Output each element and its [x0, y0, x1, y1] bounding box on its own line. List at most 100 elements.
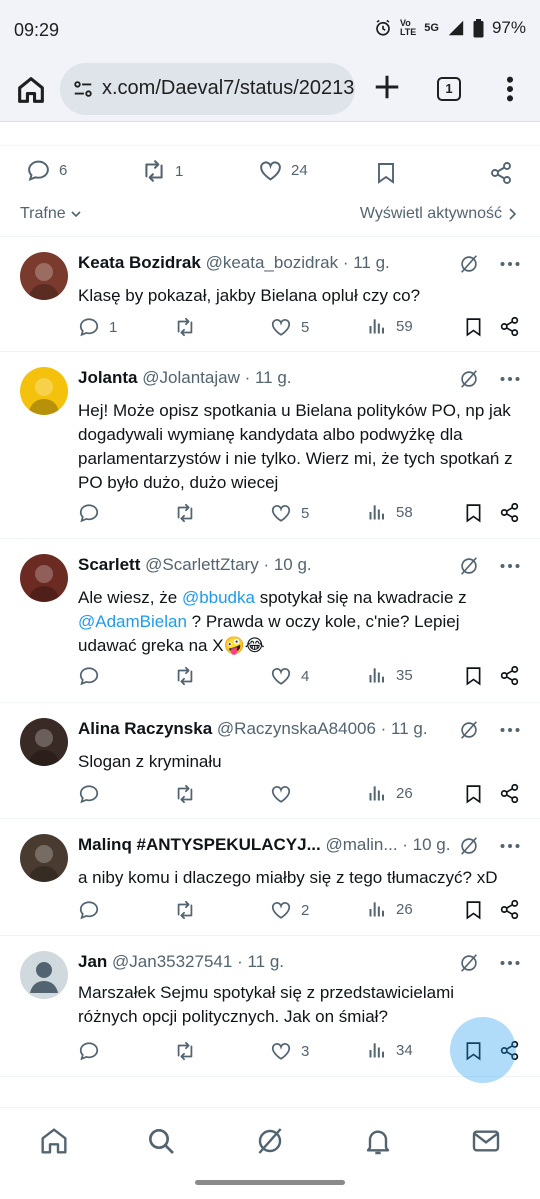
- more-icon[interactable]: [500, 953, 520, 973]
- avatar[interactable]: [20, 834, 68, 882]
- views-button[interactable]: 34: [367, 1040, 413, 1060]
- grok-icon[interactable]: [458, 952, 480, 974]
- more-icon[interactable]: [500, 836, 520, 856]
- tab-switcher-button[interactable]: 1: [437, 77, 461, 101]
- author-name[interactable]: Alina Raczynska: [78, 719, 212, 738]
- post-time: · 11 g.: [380, 719, 428, 738]
- author-handle[interactable]: @Jan35327541: [112, 952, 237, 971]
- home-button[interactable]: [14, 73, 48, 107]
- repost-button[interactable]: [174, 783, 205, 805]
- reply-button[interactable]: [78, 665, 109, 687]
- author-name[interactable]: Jan: [78, 952, 107, 971]
- author-handle[interactable]: @keata_bozidrak: [206, 253, 343, 272]
- views-button[interactable]: 26: [367, 783, 413, 803]
- notifications-icon[interactable]: [362, 1125, 394, 1157]
- mention-link[interactable]: @bbudka: [182, 588, 255, 607]
- reply-icon: [79, 318, 99, 337]
- reply-item[interactable]: Jolanta @Jolantajaw · 11 g. Hej! Może op…: [0, 352, 540, 538]
- share-icon[interactable]: [499, 502, 520, 523]
- author-handle[interactable]: @Jolantajaw: [142, 368, 244, 387]
- site-settings-icon[interactable]: [72, 78, 94, 100]
- bookmark-icon[interactable]: [463, 316, 484, 338]
- repost-button[interactable]: [174, 899, 205, 921]
- more-icon[interactable]: [500, 254, 520, 274]
- like-button[interactable]: 24: [258, 158, 308, 183]
- views-button[interactable]: 35: [367, 665, 413, 685]
- author-name[interactable]: Keata Bozidrak: [78, 253, 201, 272]
- sort-dropdown[interactable]: Trafne: [20, 203, 82, 225]
- views-button[interactable]: 26: [367, 899, 413, 919]
- like-count: 3: [301, 1042, 310, 1060]
- share-icon[interactable]: [499, 899, 520, 920]
- volte-indicator: Vo LTE: [399, 18, 417, 37]
- mention-link[interactable]: @AdamBielan: [78, 612, 187, 631]
- heart-icon: [260, 161, 281, 181]
- grok-icon[interactable]: [458, 555, 480, 577]
- repost-button[interactable]: [174, 665, 205, 687]
- like-button[interactable]: 5: [270, 502, 309, 524]
- repost-button[interactable]: [174, 316, 205, 338]
- author-handle[interactable]: @malin...: [326, 835, 403, 854]
- views-button[interactable]: 58: [367, 502, 413, 522]
- reply-item[interactable]: Alina Raczynska @RaczynskaA84006 · 11 g.…: [0, 703, 540, 818]
- bookmark-icon[interactable]: [463, 665, 484, 687]
- reply-button[interactable]: 1: [78, 316, 117, 338]
- author-handle[interactable]: @ScarlettZtary: [145, 555, 263, 574]
- avatar[interactable]: [20, 951, 68, 999]
- author-handle[interactable]: @RaczynskaA84006: [217, 719, 381, 738]
- share-icon[interactable]: [499, 783, 520, 804]
- more-icon[interactable]: [500, 720, 520, 740]
- reply-item[interactable]: Scarlett @ScarlettZtary · 10 g. Ale wies…: [0, 539, 540, 702]
- reply-button[interactable]: 6: [26, 158, 67, 183]
- reply-item[interactable]: Malinq #ANTYSPEKULACYJ... @malin... · 10…: [0, 819, 540, 935]
- share-icon[interactable]: [499, 665, 520, 686]
- like-button[interactable]: 5: [270, 316, 309, 338]
- messages-icon[interactable]: [470, 1125, 502, 1157]
- avatar[interactable]: [20, 252, 68, 300]
- home-icon[interactable]: [38, 1125, 70, 1157]
- post-time: · 11 g.: [244, 368, 292, 387]
- avatar[interactable]: [20, 367, 68, 415]
- reply-item[interactable]: Keata Bozidrak @keata_bozidrak · 11 g. K…: [0, 237, 540, 351]
- like-button[interactable]: 2: [270, 899, 309, 921]
- grok-icon[interactable]: [458, 835, 480, 857]
- views-button[interactable]: 59: [367, 316, 413, 336]
- grok-icon[interactable]: [458, 253, 480, 275]
- repost-button[interactable]: 1: [141, 158, 183, 184]
- repost-icon: [177, 317, 193, 337]
- repost-button[interactable]: [174, 1040, 205, 1062]
- post-action-bar: 6 1 24: [0, 158, 540, 194]
- bookmark-icon[interactable]: [374, 160, 398, 186]
- view-activity-link[interactable]: Wyświetl aktywność: [360, 203, 518, 225]
- author-name[interactable]: Jolanta: [78, 368, 138, 387]
- reply-button[interactable]: [78, 783, 109, 805]
- share-icon[interactable]: [499, 316, 520, 337]
- author-name[interactable]: Malinq #ANTYSPEKULACYJ...: [78, 835, 321, 854]
- reply-text: Marszałek Sejmu spotykał się z przedstaw…: [78, 983, 455, 1026]
- avatar[interactable]: [20, 718, 68, 766]
- bookmark-icon[interactable]: [463, 502, 484, 524]
- bookmark-icon[interactable]: [463, 783, 484, 805]
- reply-button[interactable]: [78, 899, 109, 921]
- like-button[interactable]: [270, 783, 301, 805]
- bookmark-icon[interactable]: [463, 899, 484, 921]
- share-icon[interactable]: [489, 161, 513, 185]
- repost-button[interactable]: [174, 502, 205, 524]
- more-icon[interactable]: [500, 369, 520, 389]
- reply-button[interactable]: [78, 502, 109, 524]
- search-icon[interactable]: [145, 1125, 177, 1157]
- like-button[interactable]: 3: [270, 1040, 309, 1062]
- compose-fab[interactable]: [450, 1017, 516, 1083]
- grok-icon[interactable]: [458, 368, 480, 390]
- address-bar[interactable]: x.com/Daeval7/status/20213: [60, 63, 355, 115]
- grok-icon[interactable]: [458, 719, 480, 741]
- menu-icon[interactable]: [500, 75, 520, 103]
- new-tab-button[interactable]: [372, 72, 402, 102]
- reply-button[interactable]: [78, 1040, 109, 1062]
- author-name[interactable]: Scarlett: [78, 555, 140, 574]
- more-icon[interactable]: [500, 556, 520, 576]
- grok-icon[interactable]: [254, 1125, 286, 1157]
- like-button[interactable]: 4: [270, 665, 309, 687]
- reply-icon: [79, 667, 99, 686]
- avatar[interactable]: [20, 554, 68, 602]
